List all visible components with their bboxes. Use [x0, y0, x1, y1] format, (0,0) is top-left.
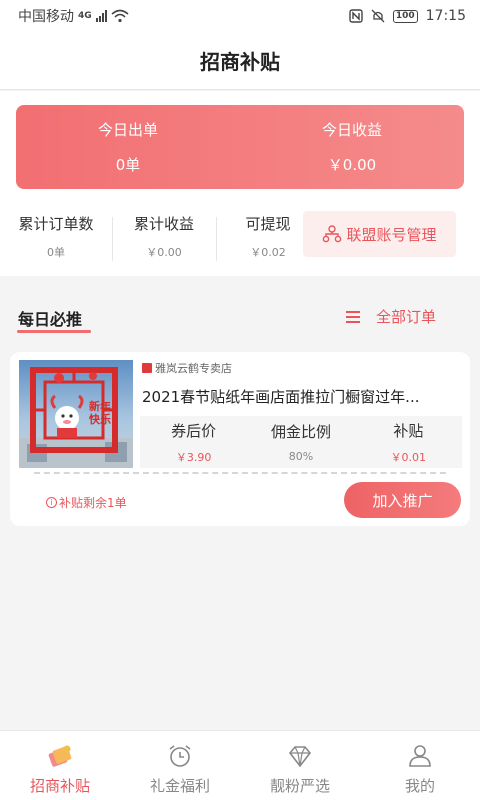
- join-promotion-button[interactable]: 加入推广: [344, 482, 461, 518]
- metric-after-coupon-label: 券后价: [171, 421, 217, 440]
- shop-row: 雅岚云鹤专卖店: [142, 360, 232, 376]
- summary-section: 今日出单 0单 今日收益 ￥0.00 累计订单数 0单 累计收益 ￥0.00 可…: [0, 91, 480, 276]
- stat-withdrawable-label: 可提现: [245, 214, 291, 233]
- stat-total-income-label: 累计收益: [133, 214, 194, 233]
- today-income: 今日收益 ￥0.00: [240, 105, 464, 189]
- stat-total-income: 累计收益 ￥0.00: [112, 213, 216, 261]
- product-card[interactable]: 新年快乐 雅岚云鹤专卖店 2021春节贴纸年画店面推拉门橱窗过年... 券后价 …: [10, 352, 470, 526]
- metric-after-coupon-value: ￥3.90: [175, 450, 212, 464]
- status-bar: 中国移动 4G 100 17:15: [0, 0, 480, 32]
- tab-selected-fans[interactable]: 靓粉严选: [240, 731, 360, 800]
- today-income-value: ￥0.00: [327, 156, 377, 174]
- section-title-underline: [17, 330, 91, 333]
- tab-merchant-subsidy[interactable]: 招商补贴: [0, 731, 120, 800]
- all-orders-link[interactable]: 全部订单: [346, 306, 436, 327]
- stat-total-orders: 累计订单数 0单: [0, 213, 112, 260]
- metric-subsidy-label: 补贴: [393, 421, 424, 440]
- stats-row: 累计订单数 0单 累计收益 ￥0.00 可提现 ￥0.02 联盟账号管理: [0, 205, 480, 267]
- product-image[interactable]: 新年快乐: [19, 360, 133, 468]
- metric-commission-label: 佣金比例: [270, 423, 331, 441]
- diamond-icon: [288, 746, 312, 768]
- today-summary-card: 今日出单 0单 今日收益 ￥0.00: [16, 105, 464, 189]
- tab-gift-benefits-label: 礼金福利: [149, 777, 210, 795]
- status-left: 中国移动 4G: [18, 6, 129, 26]
- tab-gift-benefits[interactable]: 礼金福利: [120, 731, 240, 800]
- today-orders: 今日出单 0单: [16, 105, 240, 189]
- metric-after-coupon: 券后价 ￥3.90: [140, 416, 247, 468]
- metric-commission-value: 80%: [288, 450, 314, 463]
- tab-mine[interactable]: 我的: [360, 731, 480, 800]
- list-icon: [346, 310, 360, 323]
- daily-recommend-header: 每日必推 全部订单: [0, 296, 480, 336]
- network-type: 4G: [78, 11, 92, 21]
- bottom-tab-bar: 招商补贴 礼金福利 靓粉严选 我的: [0, 730, 480, 800]
- org-chart-icon: [323, 225, 342, 243]
- battery-icon: 100: [392, 9, 418, 23]
- nfc-icon: [349, 9, 363, 23]
- alliance-account-button[interactable]: 联盟账号管理: [303, 211, 456, 257]
- carrier-name: 中国移动: [18, 9, 74, 25]
- subsidy-remaining: i 补贴剩余1单: [46, 494, 127, 511]
- stat-total-income-value: ￥0.00: [146, 245, 182, 259]
- tab-merchant-subsidy-label: 招商补贴: [29, 777, 90, 795]
- subsidy-remaining-text: 补贴剩余1单: [59, 496, 127, 510]
- clock-time: 17:15: [425, 8, 466, 24]
- ticket-icon: [48, 745, 72, 767]
- product-metrics: 券后价 ￥3.90 佣金比例 80% 补贴 ￥0.01: [140, 416, 462, 468]
- today-income-label: 今日收益: [321, 121, 382, 139]
- info-icon: i: [46, 497, 57, 508]
- metric-commission: 佣金比例 80%: [247, 416, 354, 468]
- section-title: 每日必推: [18, 310, 83, 329]
- stat-total-orders-label: 累计订单数: [18, 214, 94, 233]
- alarm-clock-icon: [169, 745, 191, 767]
- metric-subsidy: 补贴 ￥0.01: [355, 416, 462, 468]
- status-right: 100 17:15: [349, 8, 466, 24]
- tab-mine-label: 我的: [404, 777, 435, 795]
- signal-icon: [95, 10, 107, 22]
- shop-icon: [142, 363, 152, 373]
- stat-total-orders-value: 0单: [47, 245, 65, 259]
- user-icon: [409, 745, 431, 767]
- page-title: 招商补贴: [200, 50, 280, 74]
- alliance-account-label: 联盟账号管理: [346, 225, 437, 244]
- wifi-icon: [111, 9, 129, 23]
- product-title[interactable]: 2021春节贴纸年画店面推拉门橱窗过年...: [142, 386, 460, 407]
- today-orders-value: 0单: [115, 156, 141, 174]
- page-header: 招商补贴: [0, 32, 480, 90]
- dashed-divider: [34, 472, 446, 474]
- stat-withdrawable-value: ￥0.02: [250, 245, 286, 259]
- mute-bell-icon: [371, 9, 385, 23]
- today-orders-label: 今日出单: [97, 121, 158, 139]
- all-orders-label: 全部订单: [376, 308, 437, 326]
- tab-selected-fans-label: 靓粉严选: [269, 777, 330, 795]
- shop-name: 雅岚云鹤专卖店: [155, 362, 232, 375]
- metric-subsidy-value: ￥0.01: [390, 450, 427, 464]
- product-image-caption: 新年快乐: [89, 400, 111, 426]
